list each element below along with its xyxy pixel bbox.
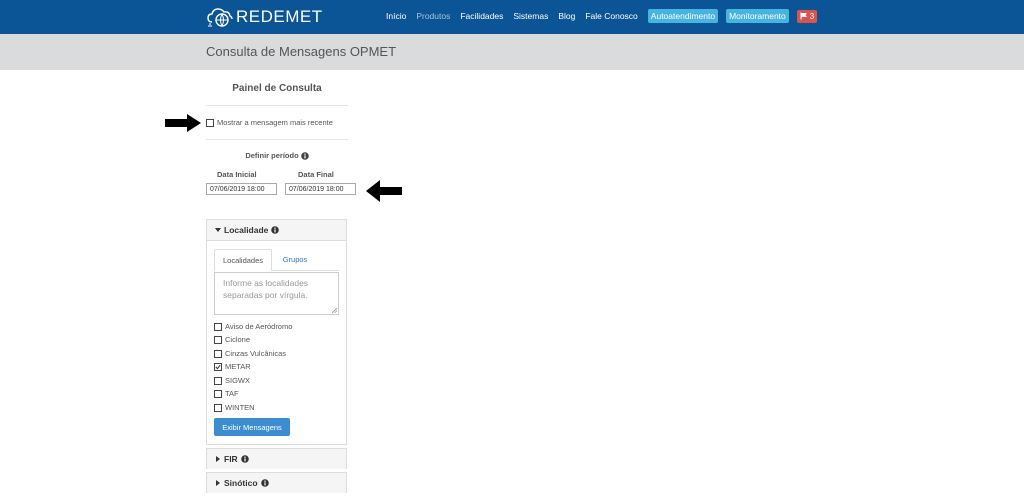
nav-item-fale-conosco[interactable]: Fale Conosco	[585, 11, 637, 21]
option-cinzas-vulcanicas[interactable]: Cinzas Vulcânicas	[214, 349, 286, 358]
tab-localidades[interactable]: Localidades	[214, 249, 272, 271]
localidade-header-label: Localidade	[224, 225, 269, 235]
brand-name: REDEMET	[236, 7, 323, 26]
option-winten[interactable]: WINTEN	[214, 403, 255, 412]
flag-icon	[800, 12, 807, 20]
option-sigwx[interactable]: SIGWX	[214, 376, 250, 385]
caret-right-icon	[216, 456, 220, 462]
page-title: Consulta de Mensagens OPMET	[206, 44, 397, 59]
nav-item-facilidades[interactable]: Facilidades	[460, 11, 503, 21]
option-label: SIGWX	[225, 376, 251, 385]
option-checkbox[interactable]	[214, 335, 222, 344]
nav-item-inicio[interactable]: Início	[386, 11, 406, 21]
localidades-textarea[interactable]: Informe as localidades separadas por vír…	[214, 272, 339, 315]
fir-header[interactable]: FIR	[207, 449, 346, 469]
sinotico-section: Sinótico	[206, 472, 347, 493]
option-metar[interactable]: METAR	[214, 362, 251, 371]
option-label: Ciclone	[225, 335, 251, 344]
end-date-input[interactable]: 07/06/2019 18:00	[285, 183, 356, 195]
top-navbar: REDEMET Início Produtos Facilidades Sist…	[0, 0, 1024, 34]
panel-title: Painel de Consulta	[232, 83, 322, 94]
info-icon[interactable]	[271, 226, 280, 234]
option-label: Cinzas Vulcânicas	[225, 349, 286, 358]
main-nav: Início Produtos Facilidades Sistemas Blo…	[386, 9, 818, 23]
cloud-globe-icon	[207, 8, 233, 27]
end-date-label: Data Final	[298, 170, 334, 179]
option-checkbox[interactable]	[214, 389, 222, 398]
textarea-placeholder: Informe as localidades separadas por vír…	[223, 278, 309, 300]
caret-down-icon	[215, 228, 221, 232]
divider	[206, 139, 348, 140]
option-checkbox[interactable]	[214, 403, 222, 412]
nav-item-sistemas[interactable]: Sistemas	[513, 11, 548, 21]
option-taf[interactable]: TAF	[214, 389, 239, 398]
fir-header-label: FIR	[224, 454, 238, 464]
option-checkbox[interactable]	[214, 322, 222, 331]
sinotico-header[interactable]: Sinótico	[207, 473, 346, 493]
latest-message-checkbox[interactable]	[206, 118, 214, 127]
caret-right-icon	[216, 480, 220, 486]
option-label: METAR	[225, 362, 251, 371]
start-date-label: Data Inicial	[217, 170, 257, 179]
tab-grupos[interactable]: Grupos	[274, 249, 316, 270]
latest-message-option[interactable]: Mostrar a mensagem mais recente	[206, 118, 333, 127]
alerts-count: 3	[809, 11, 815, 21]
option-aviso-aerodromo[interactable]: Aviso de Aeródromo	[214, 322, 292, 331]
arrow-right-icon	[165, 114, 201, 132]
nav-item-produtos[interactable]: Produtos	[416, 11, 450, 21]
resize-handle-icon[interactable]	[332, 308, 337, 313]
monitoramento-button[interactable]: Monitoramento	[726, 9, 789, 23]
option-label: Aviso de Aeródromo	[225, 322, 293, 331]
info-icon[interactable]	[240, 455, 249, 463]
nav-item-blog[interactable]: Blog	[558, 11, 575, 21]
localidade-header[interactable]: Localidade	[207, 220, 346, 241]
checkmark-icon	[215, 364, 221, 369]
option-checkbox[interactable]	[214, 349, 222, 358]
info-icon[interactable]	[300, 151, 309, 160]
period-label-text: Definir período	[245, 151, 299, 160]
option-ciclone[interactable]: Ciclone	[214, 335, 250, 344]
info-icon[interactable]	[260, 479, 269, 487]
option-label: TAF	[225, 389, 239, 398]
start-date-input[interactable]: 07/06/2019 18:00	[206, 183, 277, 195]
autoatendimento-button[interactable]: Autoatendimento	[647, 9, 719, 23]
sinotico-header-label: Sinótico	[224, 478, 258, 488]
divider	[206, 105, 348, 106]
arrow-left-icon	[366, 180, 402, 202]
option-label: WINTEN	[225, 403, 255, 412]
alerts-badge[interactable]: 3	[796, 9, 818, 23]
latest-message-label: Mostrar a mensagem mais recente	[217, 118, 333, 127]
option-checkbox-checked[interactable]	[214, 362, 222, 371]
brand-logo[interactable]: REDEMET	[207, 5, 323, 29]
fir-section: FIR	[206, 448, 347, 469]
exibir-mensagens-button[interactable]: Exibir Mensagens	[214, 418, 290, 436]
localidade-tabs: Localidades Grupos	[214, 249, 339, 271]
option-checkbox[interactable]	[214, 376, 222, 385]
page-header: Consulta de Mensagens OPMET	[0, 34, 1024, 70]
period-label: Definir período	[206, 151, 348, 160]
